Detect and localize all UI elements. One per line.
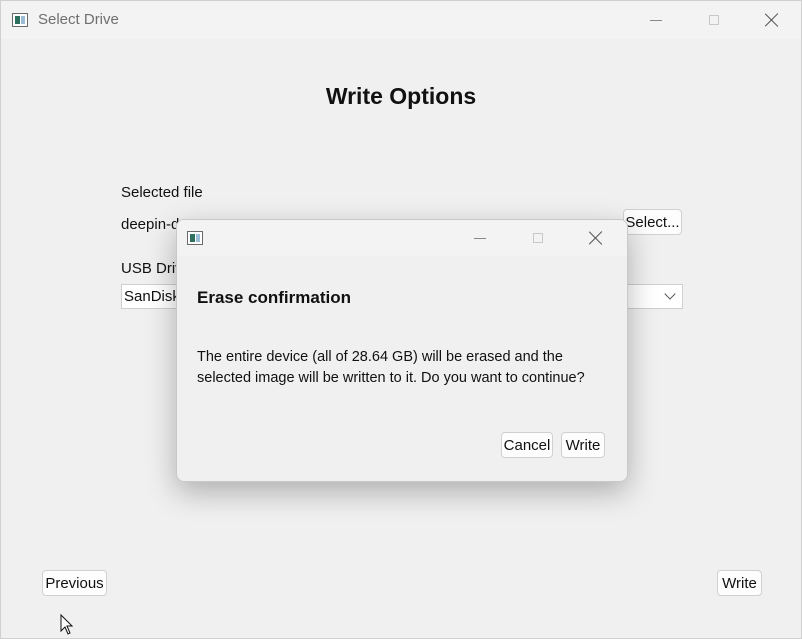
- close-icon: [589, 231, 603, 245]
- confirm-write-button[interactable]: Write: [561, 432, 605, 458]
- dialog-message-line: The entire device (all of 28.64 GB) will…: [197, 349, 563, 365]
- dialog-titlebar[interactable]: [177, 220, 627, 256]
- write-button[interactable]: Write: [717, 570, 762, 596]
- cancel-button[interactable]: Cancel: [501, 432, 553, 458]
- app-window-icon: [187, 231, 203, 245]
- titlebar[interactable]: Select Drive: [1, 1, 801, 39]
- maximize-button[interactable]: [685, 1, 743, 39]
- selected-file-value: deepin-d: [121, 216, 180, 233]
- app-window-icon: [12, 13, 28, 27]
- usb-drive-selected-value: SanDisk: [124, 288, 180, 305]
- dialog-close-button[interactable]: [567, 220, 625, 256]
- select-file-button[interactable]: Select...: [623, 209, 682, 235]
- close-icon: [765, 13, 779, 27]
- previous-button[interactable]: Previous: [42, 570, 107, 596]
- mouse-cursor-icon: [60, 613, 74, 635]
- dialog-title: Erase confirmation: [197, 288, 351, 307]
- selected-file-label: Selected file: [121, 184, 203, 201]
- chevron-down-icon: [664, 288, 676, 300]
- page-title: Write Options: [325, 83, 477, 109]
- dialog-minimize-button[interactable]: [451, 220, 509, 256]
- usb-drive-label: USB Driv: [121, 260, 183, 277]
- close-button[interactable]: [743, 1, 801, 39]
- maximize-icon: [709, 15, 719, 25]
- dialog-maximize-button[interactable]: [509, 220, 567, 256]
- window-title: Select Drive: [38, 11, 119, 28]
- dialog-message-line: selected image will be written to it. Do…: [197, 370, 585, 386]
- minimize-button[interactable]: [627, 1, 685, 39]
- erase-confirmation-dialog: Erase confirmation The entire device (al…: [176, 219, 628, 482]
- minimize-icon: [474, 237, 486, 239]
- maximize-icon: [533, 233, 543, 243]
- dialog-message: The entire device (all of 28.64 GB) will…: [197, 347, 617, 389]
- minimize-icon: [650, 19, 662, 21]
